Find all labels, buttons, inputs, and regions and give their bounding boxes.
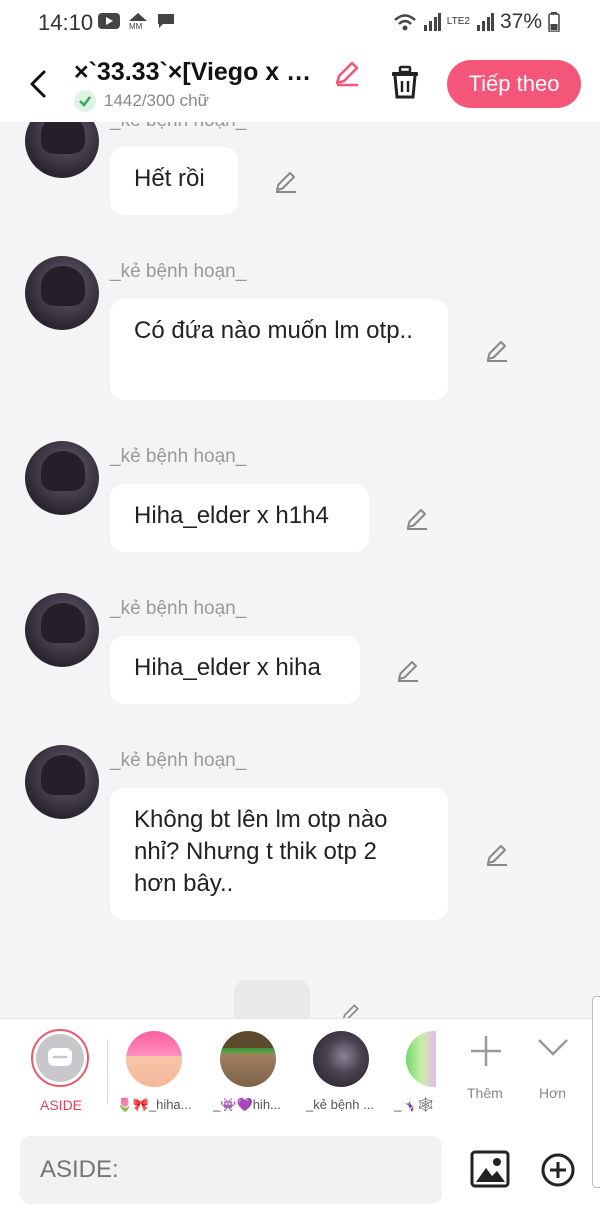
story-header: ×`33.33`×[Viego x h1h4] 1442/300 chữ Tiế… [0,48,600,122]
message-bubble[interactable]: Không bt lên lm otp nào nhỉ? Nhưng t thi… [110,788,448,920]
status-left-icons: MM [98,12,176,30]
edit-message-icon[interactable] [404,506,430,532]
character-label: _kẻ bệnh ... [306,1097,374,1112]
dark-hair-avatar[interactable] [313,1031,369,1087]
message-bubble[interactable]: Có đứa nào muốn lm otp.. [110,299,448,400]
word-count-row: 1442/300 chữ [74,90,209,112]
edit-title-icon[interactable] [332,58,362,88]
message-bubble[interactable]: Hết rồi [110,147,238,215]
author-name: _kẻ bệnh hoạn_ [110,750,247,771]
author-name: _kẻ bệnh hoạn_ [110,122,246,132]
avatar[interactable] [25,441,99,515]
story-title: ×`33.33`×[Viego x h1h4] [74,58,326,86]
status-bar: 14:10 MM LTE2 37% [0,0,600,48]
add-circle-icon[interactable] [540,1152,576,1188]
status-time: 14:10 [38,10,94,35]
edit-message-icon[interactable] [340,1002,362,1018]
mm-icon: MM [129,13,147,30]
aside-button[interactable] [31,1029,89,1087]
avatar[interactable] [25,122,99,178]
green-wreath-avatar[interactable] [220,1031,276,1087]
divider [107,1039,108,1105]
chat-area[interactable]: _kẻ bệnh hoạn_ Hết rồi _kẻ bệnh hoạn_ Có… [0,122,600,1018]
edit-message-icon[interactable] [484,338,510,364]
pink-hair-avatar[interactable] [126,1031,182,1087]
character-bar: ASIDE 🌷🎀_hiha... _👾💜hih... _kẻ bệnh ... … [0,1018,600,1125]
more-label[interactable]: Hơn [539,1085,566,1101]
youtube-icon [98,13,120,29]
message-bubble[interactable]: Hiha_elder x hiha [110,636,360,704]
message-input[interactable] [20,1136,442,1204]
check-icon [74,90,96,112]
scroll-handle[interactable] [592,996,600,1188]
message-bubble[interactable]: Hiha_elder x h1h4 [110,484,369,552]
character-label: 🌷🎀_hiha... [116,1097,192,1112]
plus-icon[interactable] [468,1033,504,1069]
next-button[interactable]: Tiếp theo [447,60,581,108]
svg-text:MM: MM [129,22,143,30]
edit-message-icon[interactable] [395,658,421,684]
aside-label: ASIDE [40,1097,83,1113]
signal-icon-2 [476,13,494,31]
avatar[interactable] [25,256,99,330]
character-label: _🤸🏻‍♀️🕸️ [394,1097,434,1112]
battery-percent: 37% [499,10,542,33]
chat-notification-icon [158,14,174,28]
character-label: _👾💜hih... [213,1097,281,1112]
author-name: _kẻ bệnh hoạn_ [110,598,247,619]
author-name: _kẻ bệnh hoạn_ [110,261,247,282]
status-right: LTE2 37% [393,10,560,34]
battery-icon [548,12,560,32]
image-icon[interactable] [470,1150,510,1188]
green-character-avatar[interactable] [406,1031,436,1087]
input-bar [0,1124,600,1207]
chevron-down-icon[interactable] [537,1037,569,1057]
trash-icon[interactable] [388,64,422,100]
edit-message-icon[interactable] [484,842,510,868]
avatar[interactable] [25,745,99,819]
aside-bubble-icon [36,1034,84,1082]
author-name: _kẻ bệnh hoạn_ [110,446,247,467]
typing-bubble [234,980,310,1018]
wifi-icon [393,14,416,31]
edit-message-icon[interactable] [273,169,299,195]
add-label[interactable]: Thêm [467,1085,503,1101]
back-arrow-icon[interactable] [26,66,54,102]
signal-icon [423,13,441,31]
word-count: 1442/300 chữ [104,91,209,110]
avatar[interactable] [25,593,99,667]
network-label: LTE2 [446,16,470,27]
